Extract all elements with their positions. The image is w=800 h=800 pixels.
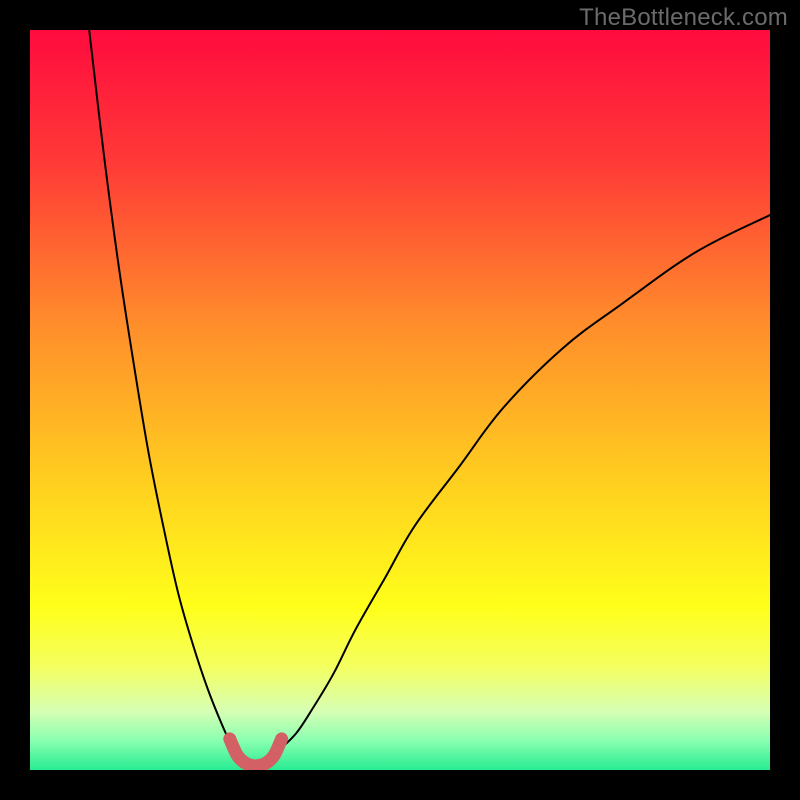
- plot-svg: [30, 30, 770, 770]
- chart-frame: TheBottleneck.com: [0, 0, 800, 800]
- plot-area: [30, 30, 770, 770]
- gradient-background: [30, 30, 770, 770]
- watermark-text: TheBottleneck.com: [579, 4, 788, 32]
